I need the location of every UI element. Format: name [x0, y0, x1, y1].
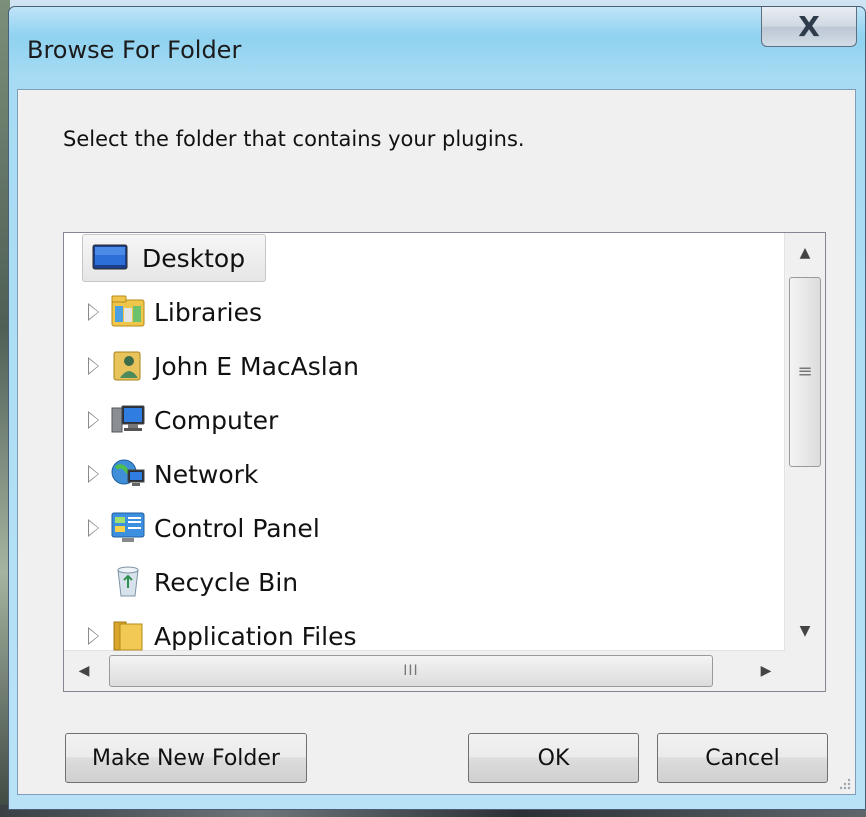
expand-arrow-fill: [89, 359, 98, 373]
expand-arrow-fill: [89, 467, 98, 481]
browse-for-folder-dialog: Browse For Folder X Select the folder th…: [8, 6, 866, 810]
user-folder-icon: [113, 351, 141, 381]
scroll-up-button[interactable]: ▲: [785, 233, 825, 273]
expand-arrow-fill: [89, 305, 98, 319]
window-title: Browse For Folder: [27, 36, 242, 64]
cancel-button[interactable]: Cancel: [657, 733, 828, 783]
vertical-scrollbar[interactable]: ▲ ≡ ▼: [784, 233, 825, 651]
expand-arrow-fill: [89, 629, 98, 643]
tree-item-label: Network: [154, 459, 259, 489]
arrow-left-icon: ◀: [78, 663, 90, 679]
horizontal-scroll-thumb[interactable]: III: [109, 655, 713, 687]
desktop-icon: [92, 244, 128, 270]
scrollbar-corner: [785, 651, 825, 691]
dialog-client-area: Select the folder that contains your plu…: [17, 89, 856, 795]
scroll-left-button[interactable]: ◀: [64, 651, 104, 691]
tree-item-label: Desktop: [142, 243, 246, 273]
tree-item-recycle-bin[interactable]: Recycle Bin: [88, 558, 388, 606]
tree-item-label: Computer: [154, 405, 279, 435]
network-icon: [111, 459, 145, 486]
tree-item-application-files[interactable]: Application Files: [88, 612, 448, 651]
recycle-bin-icon: [117, 566, 139, 597]
tree-item-user[interactable]: John E MacAslan: [88, 342, 428, 390]
tree-item-desktop[interactable]: Desktop: [82, 234, 266, 282]
libraries-icon: [111, 295, 145, 327]
scroll-right-button[interactable]: ▶: [746, 651, 786, 691]
arrow-right-icon: ▶: [760, 663, 772, 679]
tree-item-control-panel[interactable]: Control Panel: [88, 504, 408, 552]
folder-icon: [113, 621, 143, 651]
title-bar[interactable]: Browse For Folder X: [9, 7, 865, 87]
horizontal-scrollbar[interactable]: ◀ III ▶: [64, 650, 786, 691]
tree-item-label: Application Files: [154, 621, 357, 651]
arrow-up-icon: ▲: [799, 245, 811, 261]
close-button[interactable]: X: [761, 7, 857, 47]
close-icon: X: [798, 9, 820, 43]
tree-item-label: Control Panel: [154, 513, 320, 543]
tree-item-label: Recycle Bin: [154, 567, 299, 597]
folder-tree-list: Desktop Libraries John E MacAslan Comput…: [64, 233, 786, 651]
tree-item-network[interactable]: Network: [88, 450, 388, 498]
scroll-down-button[interactable]: ▼: [785, 611, 825, 651]
arrow-down-icon: ▼: [799, 623, 811, 639]
control-panel-icon: [111, 512, 145, 542]
vertical-scroll-thumb[interactable]: ≡: [789, 277, 821, 467]
tree-item-libraries[interactable]: Libraries: [88, 288, 388, 336]
computer-icon: [111, 405, 145, 433]
expand-arrow-fill: [89, 521, 98, 535]
ok-button[interactable]: OK: [468, 733, 639, 783]
folder-tree[interactable]: Desktop Libraries John E MacAslan Comput…: [63, 232, 826, 692]
grip-icon: III: [403, 663, 419, 679]
resize-grip-icon[interactable]: [836, 775, 852, 791]
tree-item-label: John E MacAslan: [154, 351, 359, 381]
make-new-folder-button[interactable]: Make New Folder: [65, 733, 307, 783]
tree-item-label: Libraries: [154, 297, 262, 327]
grip-icon: ≡: [797, 361, 813, 382]
instruction-text: Select the folder that contains your plu…: [63, 127, 525, 151]
expand-arrow-fill: [89, 413, 98, 427]
tree-item-computer[interactable]: Computer: [88, 396, 388, 444]
